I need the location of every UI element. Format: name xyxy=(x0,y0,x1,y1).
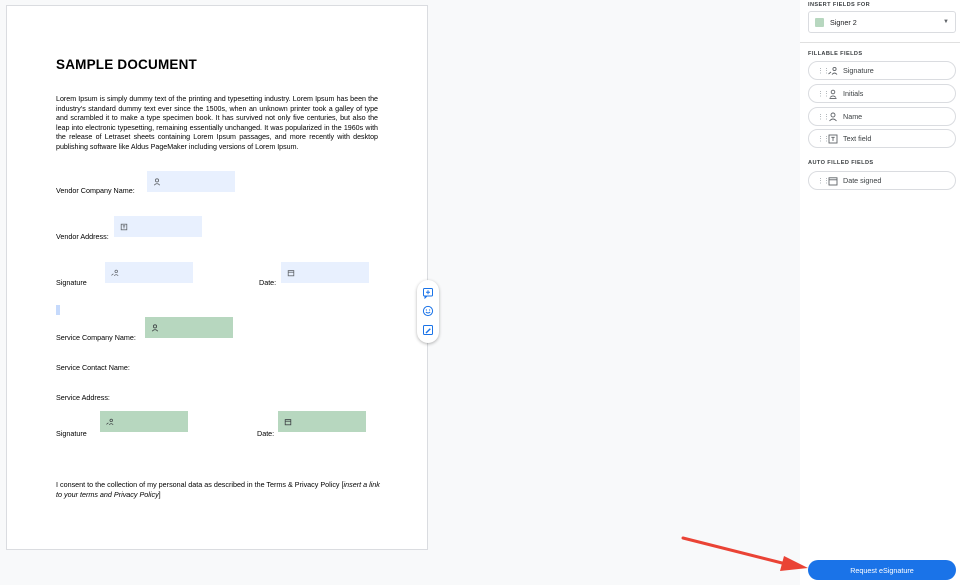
date-field-1[interactable] xyxy=(281,262,369,283)
panel-divider xyxy=(800,42,960,43)
consent-main: I consent to the collection of my person… xyxy=(56,480,344,489)
signature-icon xyxy=(111,269,119,276)
insert-fields-panel: INSERT FIELDS FOR Signer 2 ▼ FILLABLE FI… xyxy=(800,0,960,585)
consent-text: I consent to the collection of my person… xyxy=(56,480,382,500)
chip-label: Date signed xyxy=(843,176,882,185)
signature-label-1: Signature xyxy=(56,278,87,287)
date-label-1: Date: xyxy=(259,278,277,287)
field-chip-text-field[interactable]: ⋮⋮ Text field xyxy=(808,129,956,148)
document-page: SAMPLE DOCUMENT Lorem Ipsum is simply du… xyxy=(6,5,428,550)
signature-icon xyxy=(827,65,838,76)
caret-down-icon: ▼ xyxy=(943,19,949,25)
document-body-text: Lorem Ipsum is simply dummy text of the … xyxy=(56,95,378,151)
signature-field-2[interactable] xyxy=(100,411,188,432)
floating-toolbar xyxy=(417,280,439,343)
date-field-2[interactable] xyxy=(278,411,366,432)
drag-handle-icon: ⋮⋮ xyxy=(817,113,830,121)
signature-icon xyxy=(106,418,114,425)
calendar-icon xyxy=(827,175,838,186)
chip-label: Name xyxy=(843,112,863,121)
emoji-icon[interactable] xyxy=(421,304,435,318)
chip-label: Signature xyxy=(843,66,874,75)
field-chip-name[interactable]: ⋮⋮ Name xyxy=(808,107,956,126)
service-company-name-field[interactable] xyxy=(145,317,233,338)
vendor-company-label: Vendor Company Name: xyxy=(56,186,135,195)
signer-dropdown[interactable]: Signer 2 ▼ xyxy=(808,11,956,33)
vendor-address-field[interactable] xyxy=(114,216,202,237)
field-chip-initials[interactable]: ⋮⋮ Initials xyxy=(808,84,956,103)
field-chip-date-signed[interactable]: ⋮⋮ Date signed xyxy=(808,171,956,190)
signature-label-2: Signature xyxy=(56,429,87,438)
calendar-icon xyxy=(287,269,295,276)
service-address-label: Service Address: xyxy=(56,393,110,402)
chip-label: Initials xyxy=(843,89,864,98)
fillable-fields-label: FILLABLE FIELDS xyxy=(808,51,863,57)
drag-handle-icon: ⋮⋮ xyxy=(817,67,830,75)
chip-label: Text field xyxy=(843,134,872,143)
calendar-icon xyxy=(284,418,292,425)
consent-end: ] xyxy=(158,490,161,499)
text-cursor-highlight xyxy=(56,305,60,315)
vendor-address-label: Vendor Address: xyxy=(56,232,109,241)
person-icon xyxy=(151,323,159,331)
suggest-edit-icon[interactable] xyxy=(421,323,435,337)
date-label-2: Date: xyxy=(257,429,275,438)
drag-handle-icon: ⋮⋮ xyxy=(817,177,830,185)
text-field-icon xyxy=(120,223,128,230)
signer-color-swatch xyxy=(815,17,824,27)
signer-selected-value: Signer 2 xyxy=(830,17,857,27)
person-icon xyxy=(153,177,161,185)
person-icon xyxy=(827,111,838,122)
vendor-company-name-field[interactable] xyxy=(147,171,235,192)
drag-handle-icon: ⋮⋮ xyxy=(817,90,830,98)
field-chip-signature[interactable]: ⋮⋮ Signature xyxy=(808,61,956,80)
add-comment-icon[interactable] xyxy=(421,286,435,300)
annotation-arrow xyxy=(681,536,808,571)
initials-icon xyxy=(827,88,838,99)
drag-handle-icon: ⋮⋮ xyxy=(817,135,830,143)
signature-field-1[interactable] xyxy=(105,262,193,283)
service-contact-label: Service Contact Name: xyxy=(56,363,130,372)
request-esignature-button[interactable]: Request eSignature xyxy=(808,560,956,580)
service-company-label: Service Company Name: xyxy=(56,333,136,342)
auto-filled-fields-label: AUTO FILLED FIELDS xyxy=(808,160,874,166)
document-title: SAMPLE DOCUMENT xyxy=(56,57,197,72)
insert-fields-label: INSERT FIELDS FOR xyxy=(808,2,871,8)
text-field-icon xyxy=(827,133,838,144)
